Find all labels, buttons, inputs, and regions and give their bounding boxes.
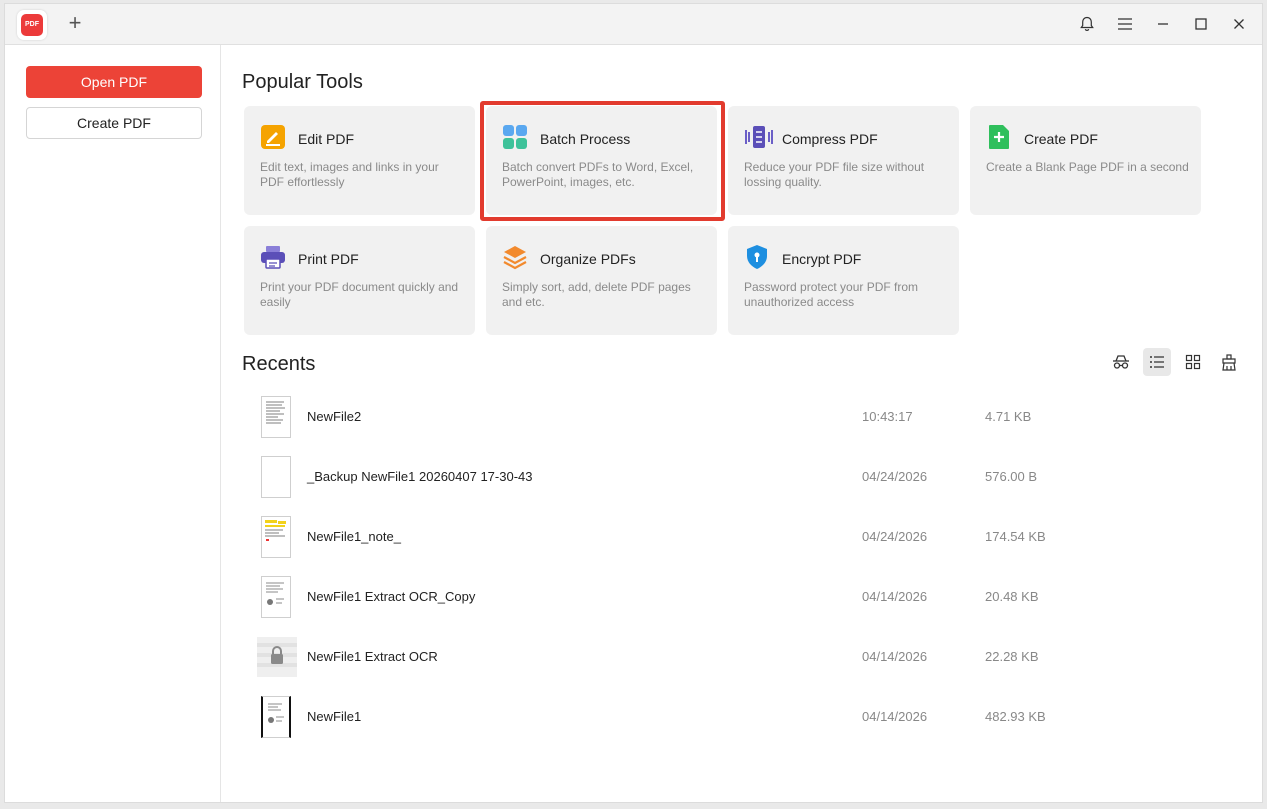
edit-pdf-icon (260, 124, 286, 150)
organize-pdfs-icon (502, 244, 528, 270)
tool-desc: Edit text, images and links in your PDF … (260, 160, 439, 189)
close-icon[interactable] (1228, 13, 1250, 35)
app-window: PDF + Open PDF Create PDF Popular Tools … (4, 3, 1263, 803)
file-name: NewFile1 Extract OCR_Copy (307, 589, 476, 604)
tool-desc: Simply sort, add, delete PDF pages and e… (502, 280, 691, 309)
tool-title: Compress PDF (782, 131, 878, 147)
file-thumbnail (261, 456, 291, 498)
recent-file-row[interactable]: NewFile1_note_ 04/24/2026 174.54 KB (245, 507, 1245, 567)
create-pdf-button[interactable]: Create PDF (26, 107, 202, 139)
tool-title: Edit PDF (298, 131, 355, 147)
new-tab-button[interactable]: + (64, 12, 86, 36)
tool-print-pdf[interactable]: Print PDF Print your PDF document quickl… (244, 226, 475, 335)
locked-file-thumbnail (257, 637, 297, 677)
batch-process-highlight (480, 101, 725, 221)
tool-desc: Create a Blank Page PDF in a second (986, 160, 1189, 174)
tool-compress-pdf[interactable]: Compress PDF Reduce your PDF file size w… (728, 106, 959, 215)
app-logo-icon: PDF (17, 10, 47, 40)
file-thumbnail (261, 396, 291, 438)
recent-file-row[interactable]: NewFile2 10:43:17 4.71 KB (245, 387, 1245, 447)
bell-icon[interactable] (1076, 13, 1098, 35)
title-bar: PDF + (5, 4, 1262, 45)
recent-file-row[interactable]: NewFile1 04/14/2026 482.93 KB (245, 687, 1245, 747)
file-size: 174.54 KB (985, 529, 1046, 544)
compress-pdf-icon (744, 124, 773, 150)
sidebar: Open PDF Create PDF (5, 45, 221, 802)
grid-view-icon[interactable] (1179, 348, 1207, 376)
file-name: NewFile1 (307, 709, 362, 724)
create-pdf-icon (986, 124, 1012, 150)
tool-organize-pdfs[interactable]: Organize PDFs Simply sort, add, delete P… (486, 226, 717, 335)
file-name: NewFile1 Extract OCR (307, 649, 438, 664)
file-name: NewFile2 (307, 409, 362, 424)
file-size: 4.71 KB (985, 409, 1032, 424)
print-pdf-icon (260, 244, 286, 270)
tool-title: Organize PDFs (540, 251, 636, 267)
file-date: 10:43:17 (862, 409, 913, 424)
popular-tools-title: Popular Tools (242, 71, 363, 93)
file-date: 04/14/2026 (862, 709, 928, 724)
recents-title: Recents (242, 353, 316, 375)
file-name: _Backup NewFile1 20260407 17-30-43 (307, 469, 533, 484)
file-size: 20.48 KB (985, 589, 1039, 604)
file-name: NewFile1_note_ (307, 529, 401, 544)
file-size: 576.00 B (985, 469, 1038, 484)
clear-recents-icon[interactable] (1215, 348, 1243, 376)
recent-file-row[interactable]: NewFile1 Extract OCR_Copy 04/14/2026 20.… (245, 567, 1245, 627)
maximize-icon[interactable] (1190, 13, 1212, 35)
tool-encrypt-pdf[interactable]: Encrypt PDF Password protect your PDF fr… (728, 226, 959, 335)
recent-file-row[interactable]: NewFile1 Extract OCR 04/14/2026 22.28 KB (245, 627, 1245, 687)
privacy-view-icon[interactable] (1107, 348, 1135, 376)
list-view-icon[interactable] (1143, 348, 1171, 376)
encrypt-pdf-icon (744, 244, 770, 270)
file-date: 04/24/2026 (862, 469, 928, 484)
tool-desc: Reduce your PDF file size without lossin… (744, 160, 925, 189)
menu-icon[interactable] (1114, 13, 1136, 35)
tool-desc: Password protect your PDF from unauthori… (744, 280, 919, 309)
tool-edit-pdf[interactable]: Edit PDF Edit text, images and links in … (244, 106, 475, 215)
file-size: 22.28 KB (985, 649, 1039, 664)
minimize-icon[interactable] (1152, 13, 1174, 35)
recent-file-row[interactable]: _Backup NewFile1 20260407 17-30-43 04/24… (245, 447, 1245, 507)
file-thumbnail (261, 696, 291, 738)
open-pdf-button[interactable]: Open PDF (26, 66, 202, 98)
app-logo-text: PDF (21, 14, 43, 36)
tool-title: Create PDF (1024, 131, 1098, 147)
file-date: 04/24/2026 (862, 529, 928, 544)
file-size: 482.93 KB (985, 709, 1046, 724)
file-date: 04/14/2026 (862, 649, 928, 664)
file-thumbnail (261, 576, 291, 618)
file-date: 04/14/2026 (862, 589, 928, 604)
file-thumbnail (261, 516, 291, 558)
tool-desc: Print your PDF document quickly and easi… (260, 280, 459, 309)
tool-title: Print PDF (298, 251, 359, 267)
tool-title: Encrypt PDF (782, 251, 862, 267)
tool-create-pdf[interactable]: Create PDF Create a Blank Page PDF in a … (970, 106, 1201, 215)
